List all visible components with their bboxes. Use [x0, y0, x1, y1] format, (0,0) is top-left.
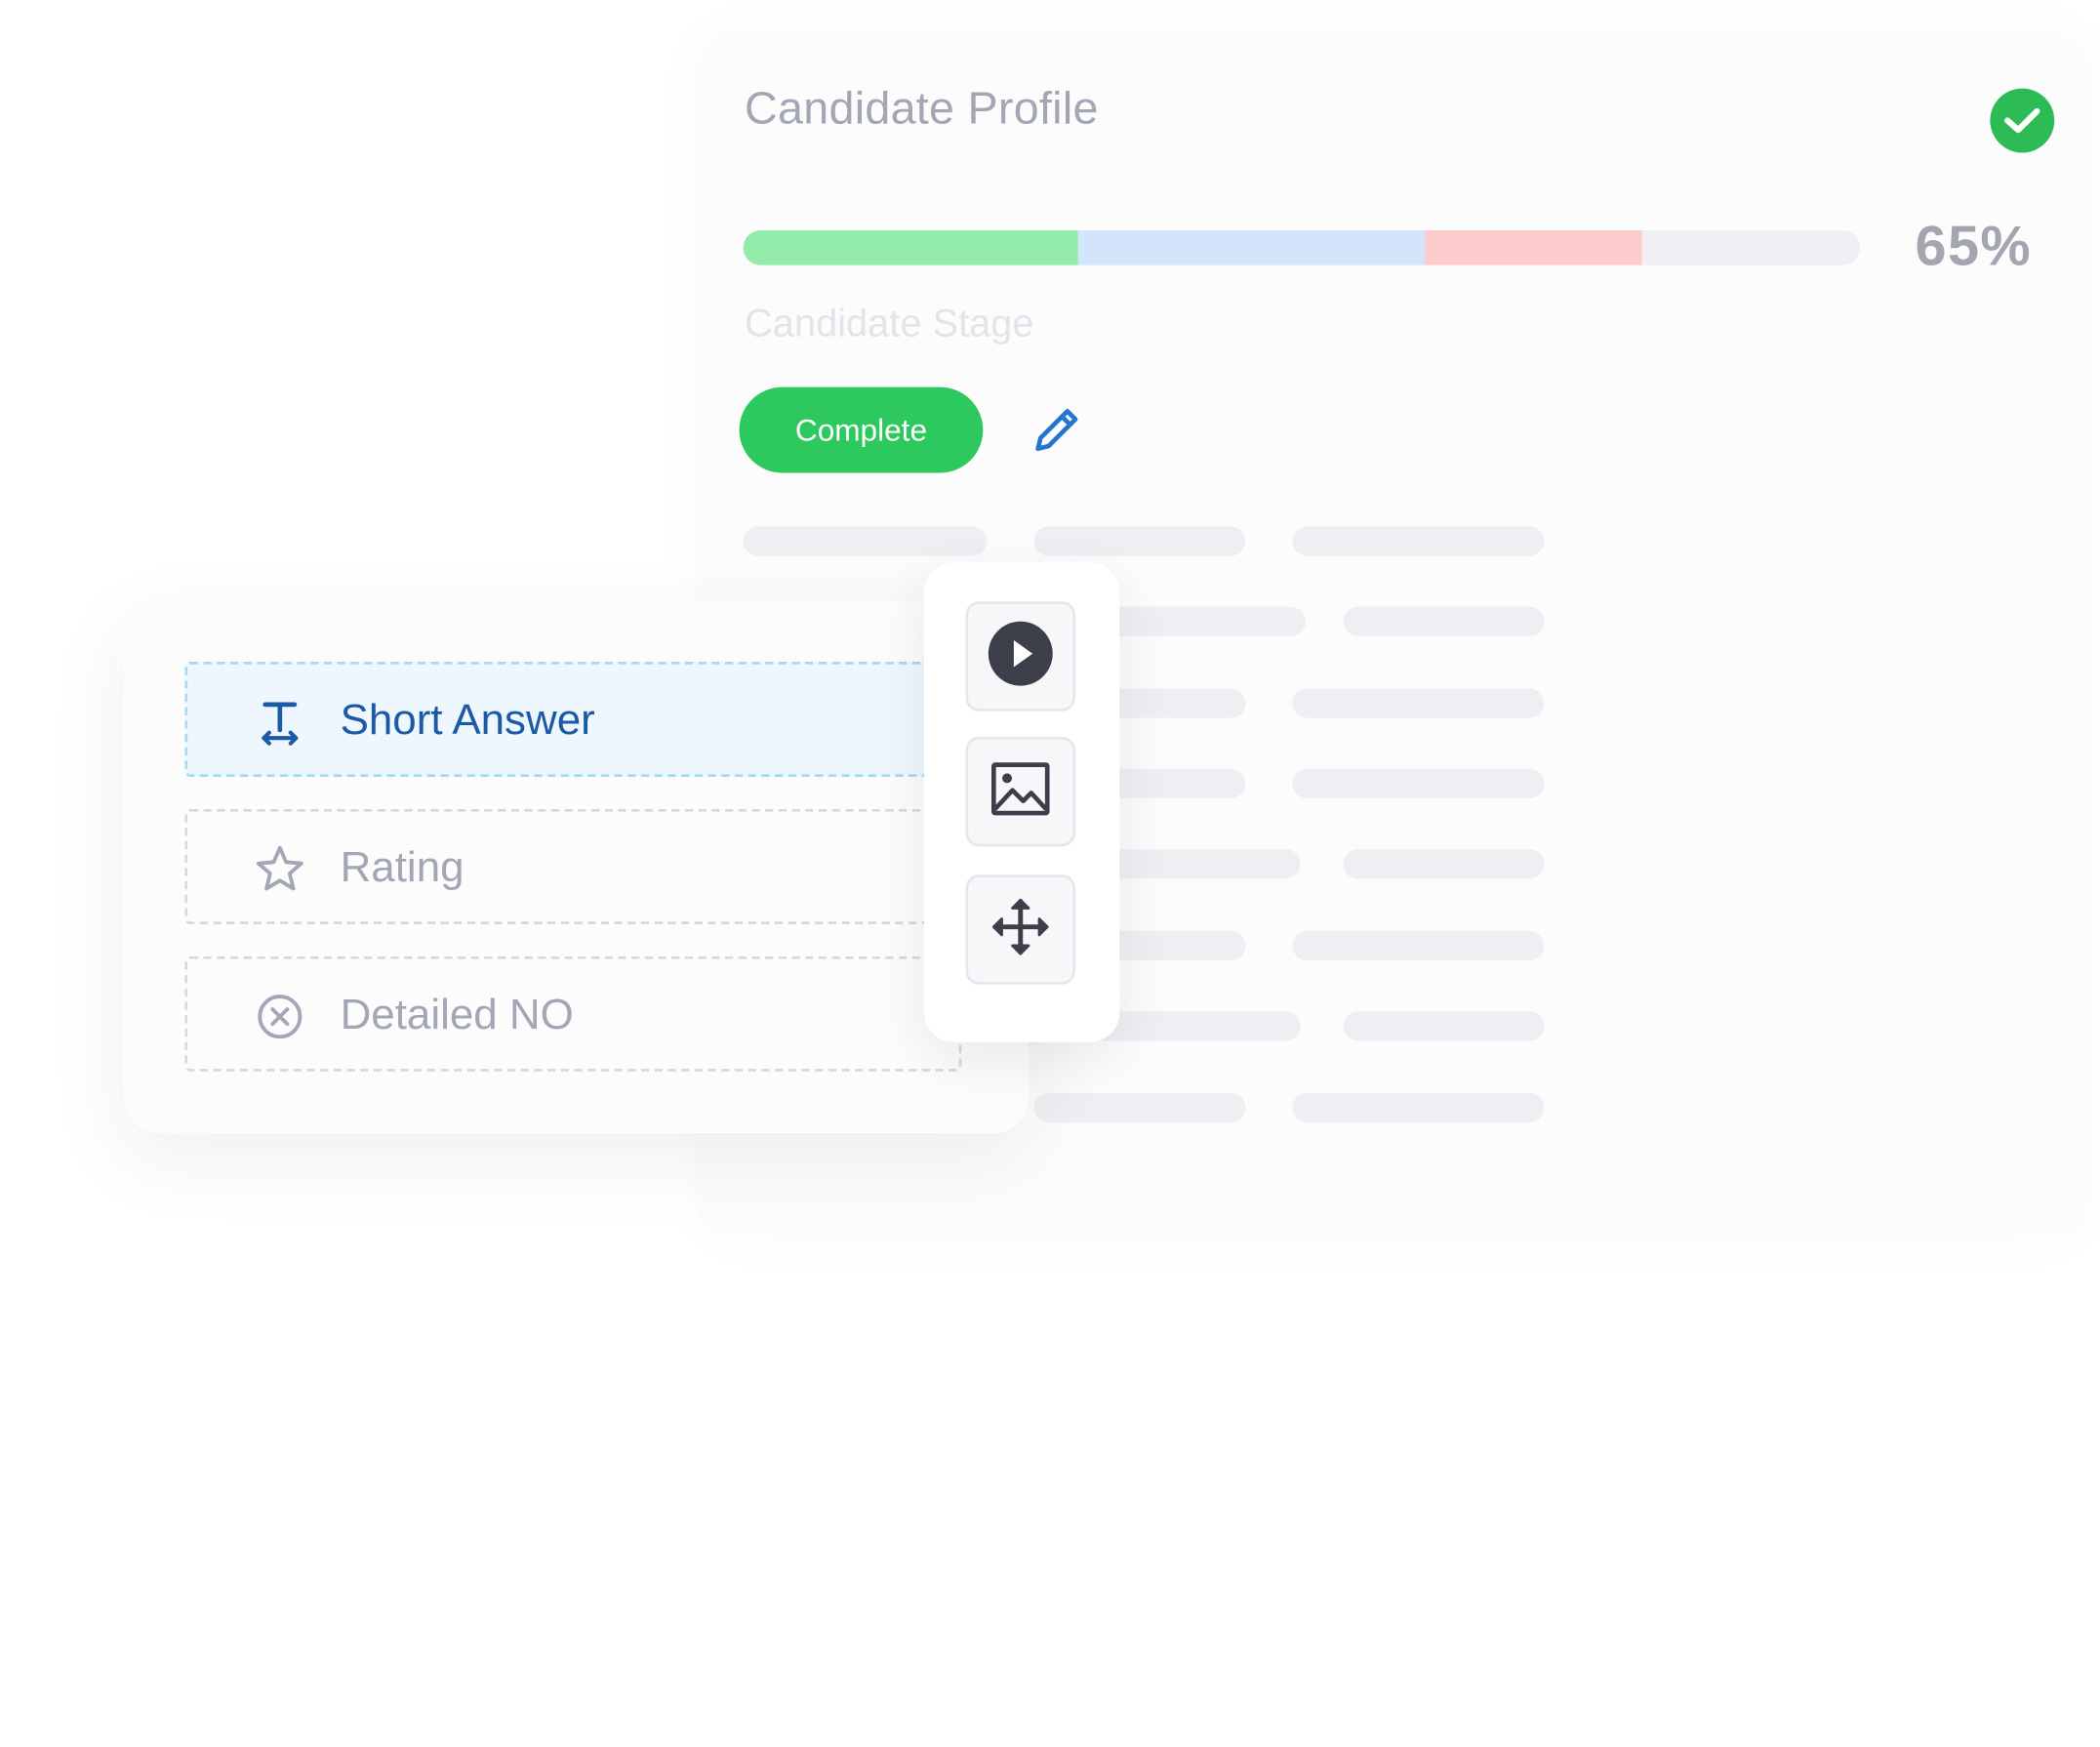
placeholder-bar: [1343, 1011, 1545, 1041]
x-circle-icon: [255, 992, 305, 1042]
play-button[interactable]: [965, 601, 1076, 711]
progress-segment-blue: [1078, 230, 1425, 265]
placeholder-bar: [1292, 1092, 1545, 1123]
placeholder-bar: [1292, 688, 1545, 718]
placeholder-bar: [1292, 930, 1545, 961]
screen: Candidate Profile 65% Candidate Stage Co…: [0, 0, 2100, 1747]
complete-status-button[interactable]: Complete: [739, 386, 984, 473]
page-title: Candidate Profile: [745, 83, 1099, 135]
candidate-progress-bar: [743, 230, 1861, 265]
placeholder-bar: [1343, 606, 1545, 636]
placeholder-bar: [1292, 768, 1545, 798]
placeholder-bar: [1033, 1092, 1246, 1123]
placeholder-bar: [1033, 526, 1246, 556]
progress-segment-green: [743, 230, 1079, 265]
image-icon: [989, 760, 1051, 824]
text-cursor-icon: [255, 697, 305, 748]
progress-percent: 65%: [1915, 214, 2033, 278]
move-icon: [989, 895, 1051, 963]
progress-segment-red: [1424, 230, 1643, 265]
question-type-label: Detailed NO: [340, 989, 574, 1037]
play-icon: [987, 620, 1054, 693]
pencil-icon[interactable]: [1029, 402, 1085, 459]
placeholder-bar: [743, 526, 988, 556]
star-icon: [255, 844, 305, 895]
question-type-label: Short Answer: [340, 694, 595, 743]
check-circle-icon: [1990, 88, 2055, 153]
question-type-detailed-no[interactable]: Detailed NO: [184, 955, 962, 1072]
placeholder-bar: [1343, 849, 1545, 879]
question-type-short-answer[interactable]: Short Answer: [184, 661, 962, 777]
move-button[interactable]: [965, 874, 1076, 985]
placeholder-bar: [1292, 526, 1545, 556]
question-type-rating[interactable]: Rating: [184, 808, 962, 924]
insert-image-button[interactable]: [965, 736, 1076, 847]
question-type-label: Rating: [340, 841, 464, 890]
candidate-stage-label: Candidate Stage: [745, 303, 1034, 346]
